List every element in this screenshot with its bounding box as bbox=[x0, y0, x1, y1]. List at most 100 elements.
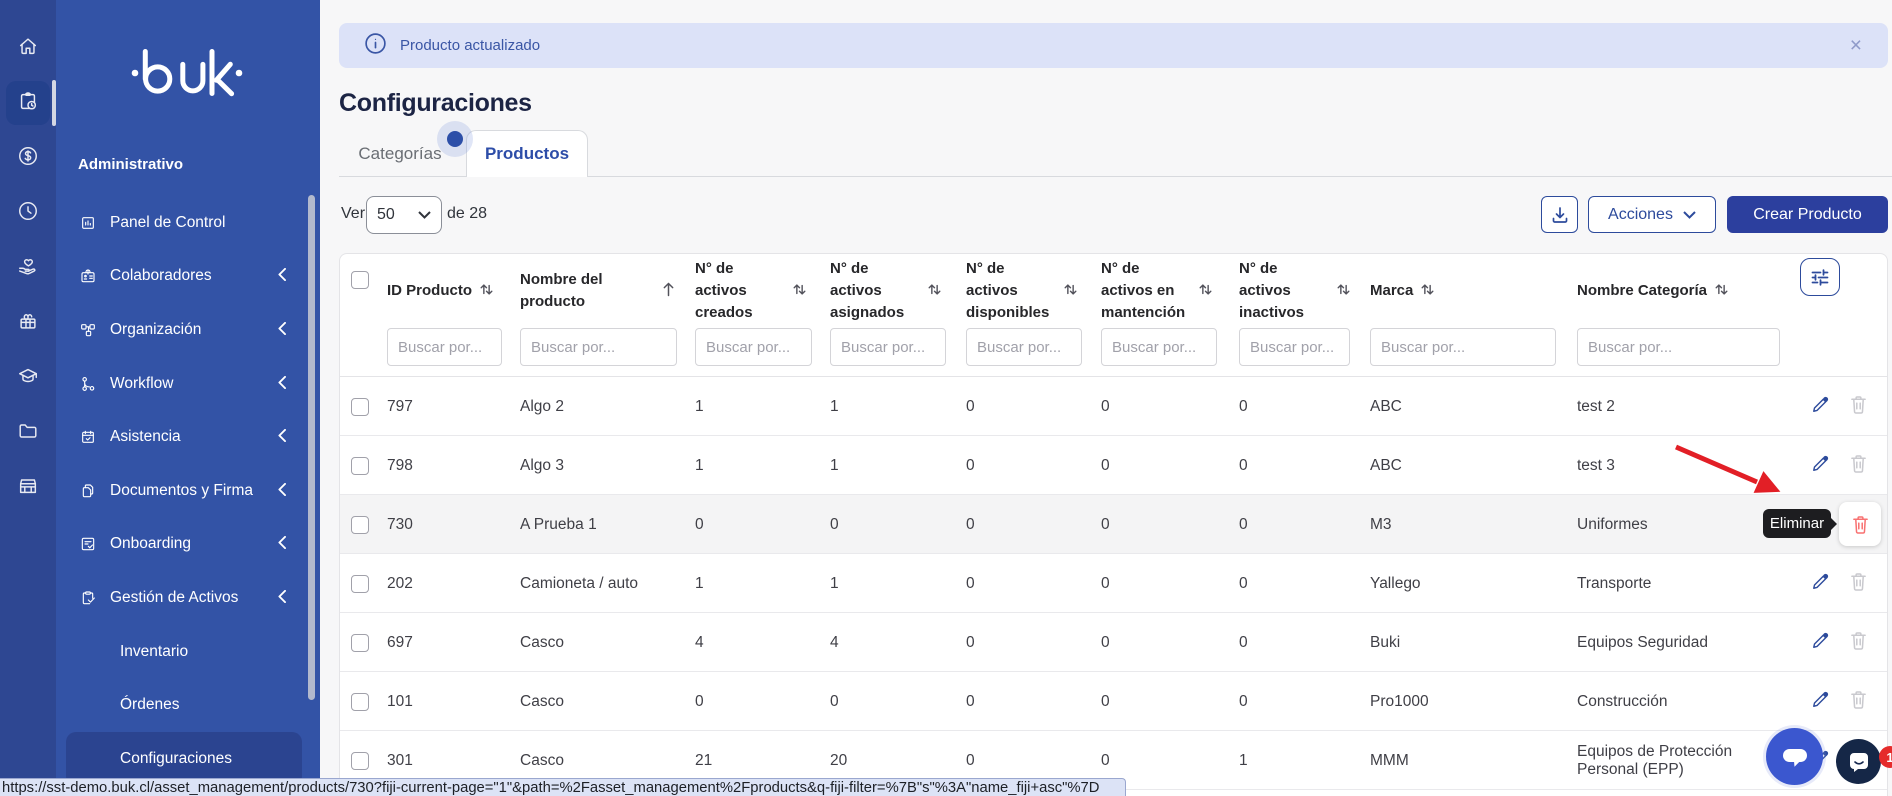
rail-clipboard-clock-button[interactable] bbox=[6, 81, 50, 125]
tab-productos[interactable]: Productos bbox=[466, 130, 588, 177]
edit-button[interactable] bbox=[1811, 690, 1830, 714]
sidebar-subitem-inventario[interactable]: Inventario bbox=[56, 625, 320, 679]
edit-button[interactable] bbox=[1811, 395, 1830, 419]
column-header-nombre-del-producto[interactable]: Nombre del producto bbox=[520, 269, 655, 313]
page-size-select[interactable]: 50 bbox=[366, 196, 442, 234]
cell-mantencion: 0 bbox=[1101, 377, 1219, 436]
filter-input-nombre-del-producto[interactable] bbox=[520, 328, 677, 366]
filter-input-n-de-activos-creados[interactable] bbox=[695, 328, 812, 366]
cell-asignados: 0 bbox=[830, 672, 946, 731]
rail-graduation-cap-button[interactable] bbox=[6, 356, 50, 400]
hand-heart-icon bbox=[17, 255, 39, 282]
row-checkbox[interactable] bbox=[351, 398, 369, 416]
sidebar: ·buk· Administrativo Panel de Control Co… bbox=[56, 0, 320, 796]
column-settings-button[interactable] bbox=[1800, 258, 1840, 296]
column-header-n-de-activos-creados[interactable]: N° de activos creados bbox=[695, 258, 785, 324]
edit-button[interactable] bbox=[1811, 454, 1830, 478]
delete-button[interactable] bbox=[1850, 454, 1867, 478]
chat-button-primary[interactable] bbox=[1766, 728, 1823, 785]
messenger-icon bbox=[1846, 749, 1872, 775]
rail-folder-button[interactable] bbox=[6, 411, 50, 455]
rail-dollar-circle-button[interactable] bbox=[6, 136, 50, 180]
toast-alert: Producto actualizado × bbox=[339, 23, 1888, 68]
sort-icon[interactable] bbox=[1420, 282, 1435, 301]
sidebar-item-7[interactable]: Gestión de Activos bbox=[56, 571, 320, 625]
acciones-button[interactable]: Acciones bbox=[1588, 196, 1716, 233]
rail-home-button[interactable] bbox=[6, 26, 50, 70]
sort-icon[interactable] bbox=[662, 282, 675, 301]
cell-categoria: Transporte bbox=[1577, 554, 1775, 613]
filter-input-n-de-activos-asignados[interactable] bbox=[830, 328, 946, 366]
sidebar-item-4[interactable]: Asistencia bbox=[56, 410, 320, 464]
filter-input-id-producto[interactable] bbox=[387, 328, 502, 366]
column-header-n-de-activos-inactivos[interactable]: N° de activos inactivos bbox=[1239, 258, 1329, 324]
sort-icon[interactable] bbox=[479, 282, 494, 301]
cell-categoria: Construcción bbox=[1577, 672, 1775, 731]
delete-button-highlight[interactable] bbox=[1839, 502, 1881, 546]
download-button[interactable] bbox=[1541, 196, 1578, 233]
select-all-checkbox[interactable] bbox=[351, 271, 369, 289]
sidebar-item-1[interactable]: Colaboradores bbox=[56, 250, 320, 304]
chevron-left-icon bbox=[278, 376, 286, 392]
sidebar-item-5[interactable]: Documentos y Firma bbox=[56, 464, 320, 518]
cell-nombre: Casco bbox=[520, 613, 675, 672]
column-header-id-producto[interactable]: ID Producto bbox=[387, 280, 472, 302]
sort-icon[interactable] bbox=[792, 282, 807, 301]
cell-categoria: test 3 bbox=[1577, 436, 1775, 495]
rail-clock-button[interactable] bbox=[6, 191, 50, 235]
sidebar-item-3[interactable]: Workflow bbox=[56, 357, 320, 411]
rail-hand-heart-button[interactable] bbox=[6, 246, 50, 290]
cell-categoria: test 2 bbox=[1577, 377, 1775, 436]
sidebar-item-0[interactable]: Panel de Control bbox=[56, 196, 320, 250]
row-checkbox[interactable] bbox=[351, 752, 369, 770]
delete-button[interactable] bbox=[1850, 690, 1867, 714]
column-header-n-de-activos-asignados[interactable]: N° de activos asignados bbox=[830, 258, 920, 324]
rail-gift-button[interactable] bbox=[6, 301, 50, 345]
main-content: Producto actualizado × Configuraciones C… bbox=[320, 0, 1892, 796]
cell-categoria: Equipos de Protección Personal (EPP) bbox=[1577, 731, 1775, 790]
sidebar-scrollbar[interactable] bbox=[308, 195, 315, 700]
sort-icon[interactable] bbox=[1336, 282, 1351, 301]
cell-inactivos: 0 bbox=[1239, 672, 1347, 731]
alert-close-icon[interactable]: × bbox=[1850, 34, 1862, 58]
row-checkbox[interactable] bbox=[351, 634, 369, 652]
sidebar-subitem-ordenes[interactable]: Órdenes bbox=[56, 678, 320, 732]
row-checkbox[interactable] bbox=[351, 693, 369, 711]
filter-input-n-de-activos-disponibles[interactable] bbox=[966, 328, 1082, 366]
filter-input-marca[interactable] bbox=[1370, 328, 1556, 366]
delete-button[interactable] bbox=[1850, 631, 1867, 655]
crear-producto-button[interactable]: Crear Producto bbox=[1727, 196, 1888, 233]
cell-inactivos: 0 bbox=[1239, 613, 1347, 672]
column-header-n-de-activos-en-mantenci-n[interactable]: N° de activos en mantención bbox=[1101, 258, 1191, 324]
sort-icon[interactable] bbox=[1714, 282, 1729, 301]
clipboard-check-icon bbox=[80, 590, 96, 606]
delete-button[interactable] bbox=[1850, 395, 1867, 419]
cell-creados: 1 bbox=[695, 377, 810, 436]
sort-icon[interactable] bbox=[1063, 282, 1078, 301]
row-checkbox[interactable] bbox=[351, 516, 369, 534]
rail-storefront-button[interactable] bbox=[6, 466, 50, 510]
column-header-nombre-categor-a[interactable]: Nombre Categoría bbox=[1577, 280, 1707, 302]
sort-icon[interactable] bbox=[927, 282, 942, 301]
org-icon bbox=[80, 322, 96, 338]
row-checkbox[interactable] bbox=[351, 575, 369, 593]
cell-inactivos: 0 bbox=[1239, 495, 1347, 554]
edit-button[interactable] bbox=[1811, 631, 1830, 655]
column-header-n-de-activos-disponibles[interactable]: N° de activos disponibles bbox=[966, 258, 1056, 324]
chat-button-secondary[interactable] bbox=[1836, 739, 1881, 784]
row-checkbox[interactable] bbox=[351, 457, 369, 475]
chevron-left-icon bbox=[278, 429, 286, 445]
cell-marca: Pro1000 bbox=[1370, 672, 1557, 731]
filter-input-n-de-activos-inactivos[interactable] bbox=[1239, 328, 1350, 366]
filter-input-n-de-activos-en-mantenci-n[interactable] bbox=[1101, 328, 1217, 366]
sidebar-item-6[interactable]: Onboarding bbox=[56, 518, 320, 572]
column-header-marca[interactable]: Marca bbox=[1370, 280, 1413, 302]
sidebar-item-2[interactable]: Organización bbox=[56, 303, 320, 357]
total-count-label: de 28 bbox=[447, 205, 487, 223]
filter-input-nombre-categor-a[interactable] bbox=[1577, 328, 1780, 366]
delete-button[interactable] bbox=[1850, 572, 1867, 596]
sort-icon[interactable] bbox=[1198, 282, 1213, 301]
alert-text: Producto actualizado bbox=[400, 37, 540, 54]
edit-button[interactable] bbox=[1811, 572, 1830, 596]
cell-mantencion: 0 bbox=[1101, 495, 1219, 554]
